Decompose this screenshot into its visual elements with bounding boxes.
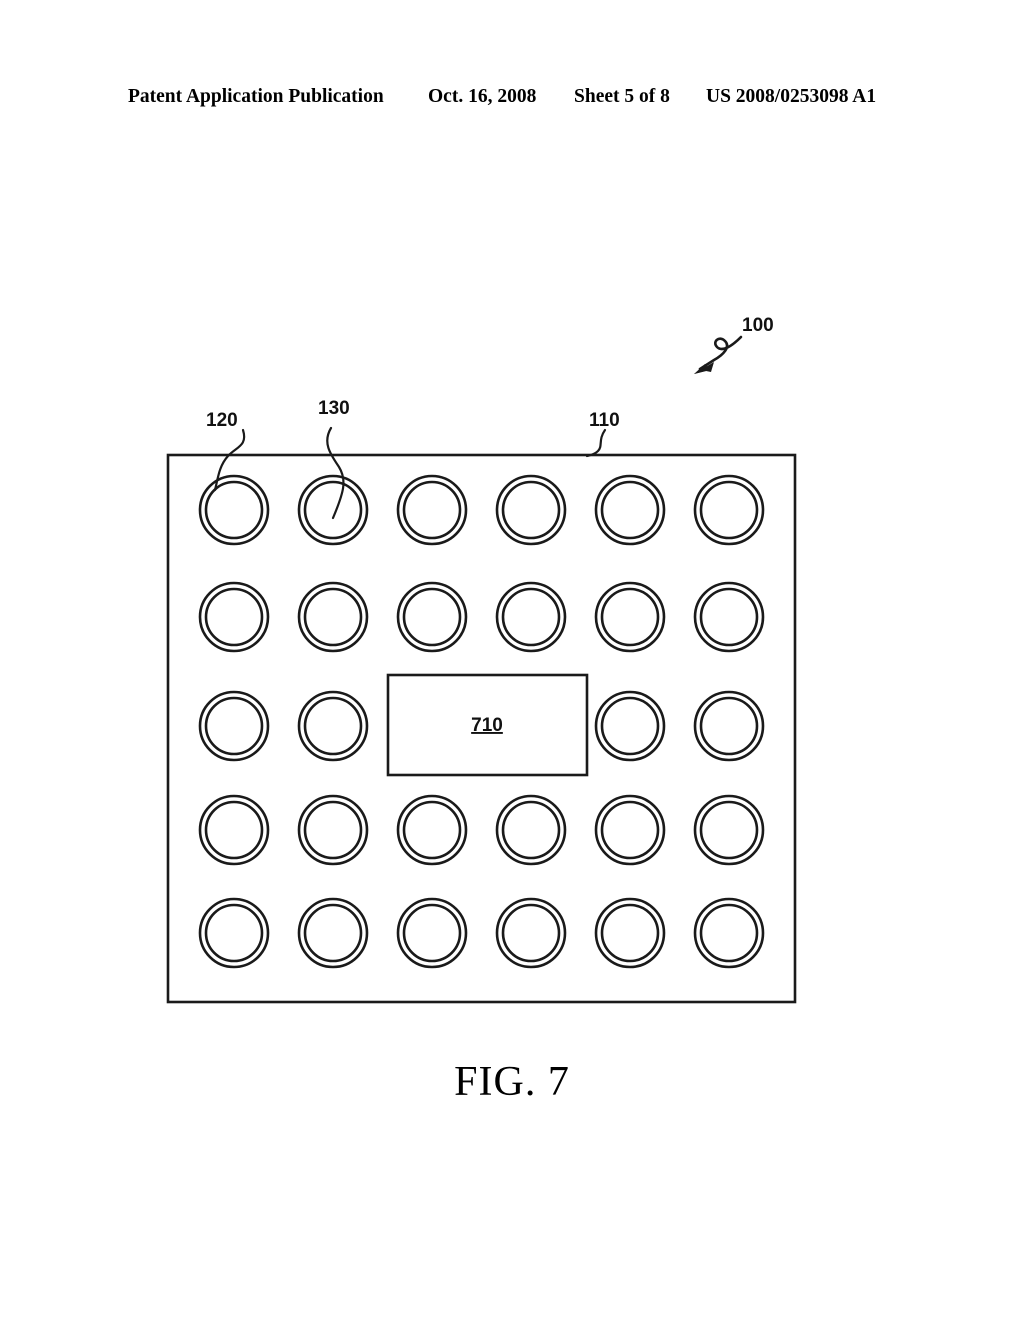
reference-label-120: 120 [206, 410, 238, 431]
figure-canvas: 710 120 130 110 100 [166, 315, 797, 1004]
assembly-pointer-100: 100 [694, 315, 774, 374]
figure-caption: FIG. 7 [454, 1059, 570, 1105]
component-label-group: 710 [471, 715, 503, 736]
reference-label-100: 100 [742, 315, 774, 336]
leader-line-110 [585, 428, 607, 458]
reference-label-130: 130 [318, 398, 350, 419]
leader-line-100 [698, 335, 743, 371]
reference-label-110: 110 [589, 410, 620, 431]
figure-7-drawing: 710 120 130 110 100 [0, 0, 1024, 1320]
component-label-710: 710 [471, 715, 503, 736]
